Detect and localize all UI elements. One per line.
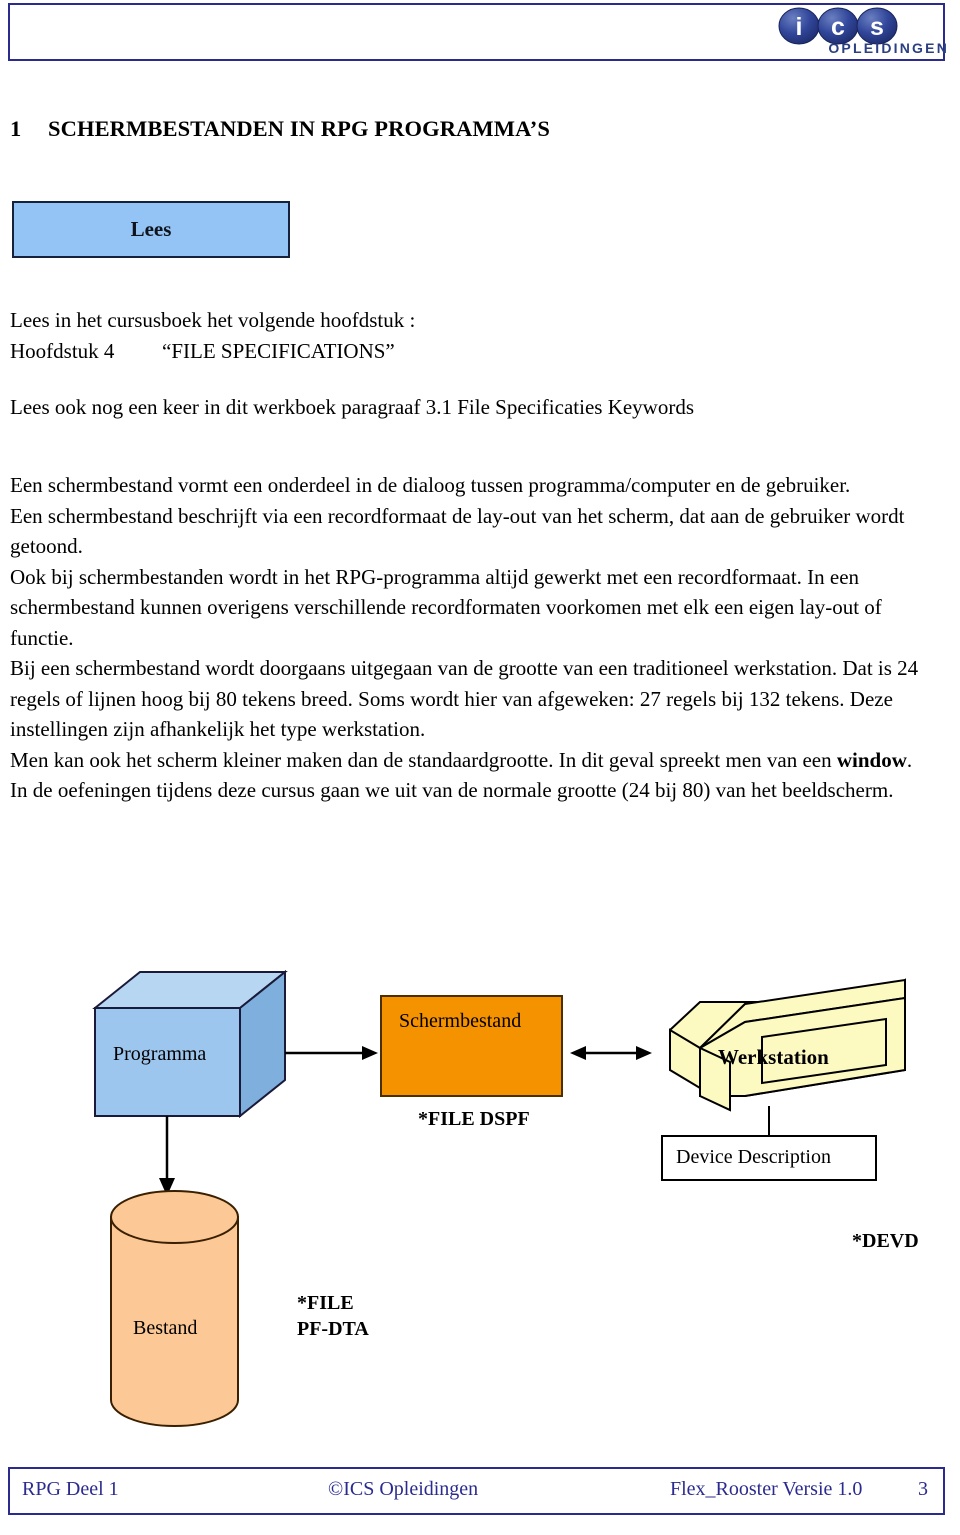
body-paragraph-3: Ook bij schermbestanden wordt in het RPG… — [10, 564, 882, 650]
arrow-program-to-displayfile — [285, 1046, 378, 1060]
body-paragraph-4: Bij een schermbestand wordt doorgaans ui… — [10, 656, 919, 741]
reading-line-2: Hoofdstuk 4 “FILE SPECIFICATIONS” — [10, 336, 940, 367]
schermbestand-tag: *FILE DSPF — [418, 1108, 530, 1130]
werkstation-label: Werkstation — [718, 1045, 829, 1069]
lees-callout-label: Lees — [130, 217, 172, 241]
lees-callout-box: Lees — [12, 201, 290, 258]
svg-text:OPLEIDINGEN: OPLEIDINGEN — [828, 40, 949, 56]
chapter-number: 1 — [10, 116, 22, 141]
page-footer-frame: RPG Deel 1 ©ICS Opleidingen Flex_Rooster… — [8, 1467, 945, 1515]
devd-tag: *DEVD — [852, 1230, 919, 1252]
footer-page-number: 3 — [918, 1478, 928, 1500]
programma-label: Programma — [113, 1043, 207, 1065]
arrow-program-to-database — [159, 1116, 175, 1196]
architecture-diagram: Programma Schermbestand *FILE DSPF Werks… — [0, 880, 960, 1440]
chapter-title-text: SCHERMBESTANDEN IN RPG PROGRAMMA’S — [48, 116, 550, 141]
svg-text:i: i — [796, 13, 803, 41]
reading-chapter-value: “FILE SPECIFICATIONS” — [162, 339, 395, 363]
body-paragraph-2: Een schermbestand beschrijft via een rec… — [10, 503, 905, 559]
reading-chapter-label: Hoofdstuk 4 — [10, 339, 115, 363]
schermbestand-label: Schermbestand — [399, 1010, 522, 1032]
reading-line-3: Lees ook nog een keer in dit werkboek pa… — [10, 395, 695, 419]
page-title: 1 SCHERMBESTANDEN IN RPG PROGRAMMA’S — [10, 116, 910, 142]
reading-instructions: Lees in het cursusboek het volgende hoof… — [10, 305, 940, 367]
window-sentence-pre: Men kan ook het scherm kleiner maken dan… — [10, 747, 837, 772]
body-paragraph-6: In de oefeningen tijdens deze cursus gaa… — [10, 778, 894, 802]
bestand-cylinder-shape — [110, 1190, 239, 1427]
svg-text:c: c — [831, 13, 845, 41]
footer-copyright: ©ICS Opleidingen — [328, 1478, 479, 1500]
arrow-displayfile-to-workstation — [570, 1046, 652, 1060]
body-text: Een schermbestand vormt een onderdeel in… — [10, 470, 942, 806]
device-description-label: Device Description — [676, 1146, 831, 1168]
footer-version: Flex_Rooster Versie 1.0 — [670, 1478, 863, 1500]
bestand-tag-line2: PF-DTA — [297, 1318, 369, 1340]
bestand-tag-line1: *FILE — [297, 1292, 354, 1314]
window-keyword: window — [836, 747, 907, 772]
reading-line-3-wrap: Lees ook nog een keer in dit werkboek pa… — [10, 392, 940, 423]
ics-opleidingen-logo: i c s OPLEIDINGEN — [775, 6, 950, 58]
footer-course-name: RPG Deel 1 — [22, 1478, 119, 1500]
svg-text:s: s — [870, 13, 884, 41]
bestand-label: Bestand — [133, 1317, 198, 1339]
body-paragraph-5: Men kan ook het scherm kleiner maken dan… — [10, 745, 942, 776]
reading-line-1: Lees in het cursusboek het volgende hoof… — [10, 308, 416, 332]
window-sentence-post: . — [906, 747, 913, 772]
body-paragraph-1: Een schermbestand vormt een onderdeel in… — [10, 473, 851, 497]
